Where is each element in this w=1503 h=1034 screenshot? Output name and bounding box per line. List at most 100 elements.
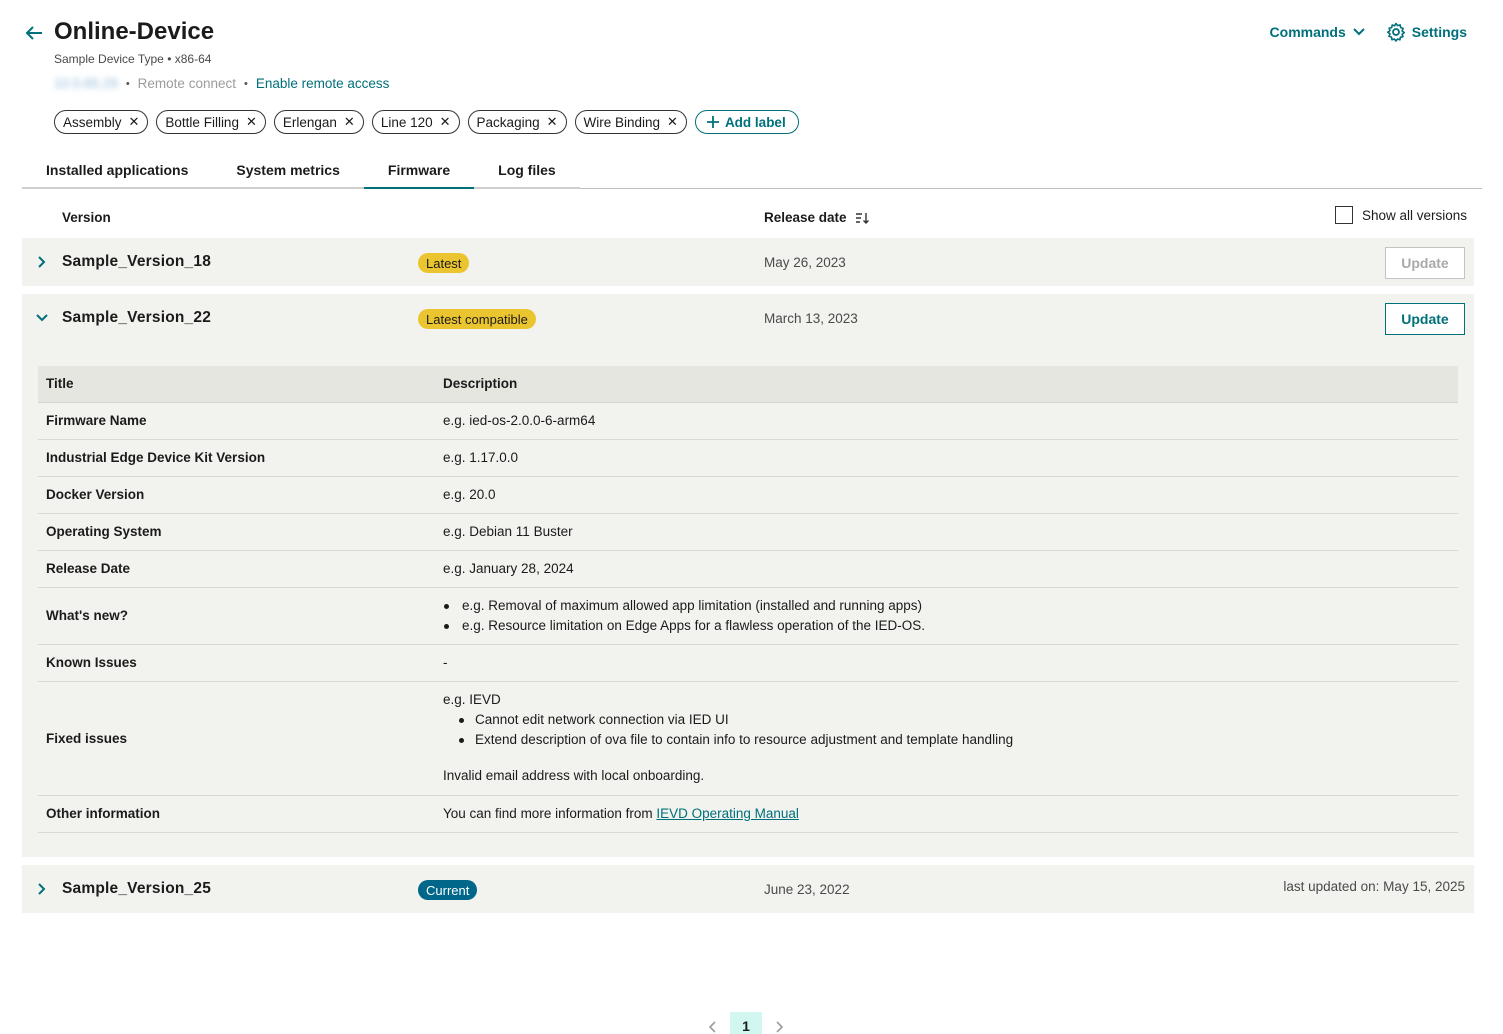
column-release-label: Release date bbox=[764, 210, 847, 225]
detail-value: You can find more information from IEVD … bbox=[435, 795, 1458, 833]
remove-label-icon[interactable]: ✕ bbox=[667, 114, 678, 130]
version-name: Sample_Version_18 bbox=[62, 253, 212, 270]
label-text: Line 120 bbox=[380, 114, 433, 130]
tab-firmware[interactable]: Firmware bbox=[363, 152, 475, 189]
remove-label-icon[interactable]: ✕ bbox=[547, 114, 558, 130]
settings-button[interactable]: Settings bbox=[1386, 22, 1467, 42]
label-chips: Assembly ✕ Bottle Filling ✕ Erlengan ✕ Line… bbox=[54, 110, 799, 134]
table-row: Other information You can find more info… bbox=[38, 795, 1458, 833]
separator-dot: • bbox=[167, 52, 175, 66]
tab-log-files[interactable]: Log files bbox=[474, 152, 580, 189]
page-number[interactable]: 1 bbox=[730, 1012, 762, 1034]
version-name: Sample_Version_22 bbox=[62, 309, 212, 326]
detail-key: Fixed issues bbox=[38, 681, 435, 796]
detail-key: Firmware Name bbox=[38, 402, 435, 440]
detail-value: e.g. 20.0 bbox=[435, 476, 1458, 514]
version-name: Sample_Version_25 bbox=[62, 880, 212, 897]
add-label-text: Add label bbox=[724, 114, 786, 130]
add-label-button[interactable]: Add label bbox=[694, 110, 799, 134]
chevron-down-icon[interactable] bbox=[34, 310, 50, 326]
whats-new-list: e.g. Removal of maximum allowed app limi… bbox=[443, 596, 1450, 636]
label-chip: Assembly ✕ bbox=[54, 110, 149, 134]
tab-installed-applications[interactable]: Installed applications bbox=[22, 152, 213, 189]
device-type: Sample Device Type bbox=[54, 52, 164, 66]
fixed-issues-outro: Invalid email address with local onboard… bbox=[443, 768, 705, 783]
sort-icon[interactable] bbox=[855, 211, 869, 225]
label-text: Packaging bbox=[476, 114, 540, 130]
table-row: Firmware Name e.g. ied-os-2.0.0-6-arm64 bbox=[38, 402, 1458, 440]
table-row: Industrial Edge Device Kit Version e.g. … bbox=[38, 439, 1458, 477]
pagination: 1 bbox=[706, 1012, 786, 1034]
update-button[interactable]: Update bbox=[1385, 303, 1465, 335]
label-chip: Wire Binding ✕ bbox=[574, 110, 687, 134]
update-button[interactable]: Update bbox=[1385, 247, 1465, 279]
tab-system-metrics[interactable]: System metrics bbox=[212, 152, 364, 189]
separator-dot: • bbox=[243, 77, 248, 90]
chevron-right-icon[interactable] bbox=[34, 254, 50, 270]
plus-icon bbox=[706, 116, 719, 128]
tab-bar: Installed applications System metrics Fi… bbox=[22, 152, 1482, 189]
detail-key: Operating System bbox=[38, 513, 435, 551]
column-version: Version bbox=[62, 210, 111, 225]
remote-connect-link[interactable]: Remote connect bbox=[138, 76, 236, 91]
list-item: e.g. Removal of maximum allowed app limi… bbox=[443, 596, 1450, 616]
label-chip: Packaging ✕ bbox=[467, 110, 567, 134]
chevron-right-icon[interactable] bbox=[34, 881, 50, 897]
version-row[interactable]: Sample_Version_18 Latest May 26, 2023 Up… bbox=[22, 238, 1474, 286]
table-row: Release Date e.g. January 28, 2024 bbox=[38, 550, 1458, 588]
label-chip: Bottle Filling ✕ bbox=[156, 110, 266, 134]
detail-value: e.g. 1.17.0.0 bbox=[435, 439, 1458, 477]
version-row[interactable]: Sample_Version_25 Current June 23, 2022 … bbox=[22, 865, 1474, 913]
chevron-down-icon bbox=[1353, 28, 1365, 36]
detail-value: - bbox=[435, 644, 1458, 682]
version-row-expanded: Sample_Version_22 Latest compatible Marc… bbox=[22, 294, 1474, 857]
version-release-date: March 13, 2023 bbox=[764, 311, 858, 326]
label-text: Bottle Filling bbox=[165, 114, 239, 130]
detail-value: e.g. January 28, 2024 bbox=[435, 550, 1458, 588]
detail-value: e.g. Removal of maximum allowed app limi… bbox=[435, 587, 1458, 645]
gear-icon bbox=[1386, 22, 1405, 42]
version-release-date: June 23, 2022 bbox=[764, 882, 850, 897]
list-item: e.g. Resource limitation on Edge Apps fo… bbox=[443, 616, 1450, 636]
separator-dot: • bbox=[125, 77, 130, 90]
detail-value: e.g. IEVD Cannot edit network connection… bbox=[435, 681, 1458, 796]
settings-label: Settings bbox=[1411, 24, 1467, 40]
operating-manual-link[interactable]: IEVD Operating Manual bbox=[656, 806, 799, 821]
detail-key: Other information bbox=[38, 795, 435, 833]
label-text: Assembly bbox=[63, 114, 122, 130]
chevron-right-icon[interactable] bbox=[772, 1020, 786, 1034]
other-info-text: You can find more information from bbox=[443, 806, 657, 821]
column-release-date[interactable]: Release date bbox=[764, 210, 869, 225]
device-subtitle: Sample Device Type • x86-64 bbox=[54, 52, 211, 66]
page-title: Online-Device bbox=[54, 18, 215, 45]
label-chip: Line 120 ✕ bbox=[371, 110, 460, 134]
status-badge: Current bbox=[418, 880, 478, 900]
status-badge: Latest bbox=[418, 253, 470, 273]
list-item: Extend description of ova file to contai… bbox=[443, 730, 1450, 750]
device-arch: x86-64 bbox=[174, 52, 212, 66]
detail-key: Release Date bbox=[38, 550, 435, 588]
table-row: Fixed issues e.g. IEVD Cannot edit netwo… bbox=[38, 681, 1458, 796]
show-all-checkbox[interactable] bbox=[1334, 206, 1353, 224]
status-badge: Latest compatible bbox=[418, 309, 536, 329]
detail-key: Docker Version bbox=[38, 476, 435, 514]
version-release-date: May 26, 2023 bbox=[764, 255, 846, 270]
table-row: Docker Version e.g. 20.0 bbox=[38, 476, 1458, 514]
chevron-left-icon[interactable] bbox=[706, 1020, 720, 1034]
remove-label-icon[interactable]: ✕ bbox=[246, 114, 257, 130]
label-chip: Erlengan ✕ bbox=[273, 110, 364, 134]
detail-value: e.g. ied-os-2.0.0-6-arm64 bbox=[435, 402, 1458, 440]
back-arrow-icon[interactable] bbox=[22, 22, 46, 44]
detail-key: What's new? bbox=[38, 587, 435, 645]
details-header-title: Title bbox=[38, 366, 435, 403]
table-row: Known Issues - bbox=[38, 644, 1458, 682]
detail-key: Known Issues bbox=[38, 644, 435, 682]
details-header-description: Description bbox=[435, 366, 1458, 403]
remove-label-icon[interactable]: ✕ bbox=[344, 114, 355, 130]
enable-remote-access-link[interactable]: Enable remote access bbox=[256, 76, 390, 91]
label-text: Wire Binding bbox=[583, 114, 661, 130]
commands-menu[interactable]: Commands bbox=[1270, 24, 1366, 40]
remove-label-icon[interactable]: ✕ bbox=[440, 114, 451, 130]
remove-label-icon[interactable]: ✕ bbox=[129, 114, 140, 130]
show-all-versions: Show all versions bbox=[1334, 206, 1467, 224]
